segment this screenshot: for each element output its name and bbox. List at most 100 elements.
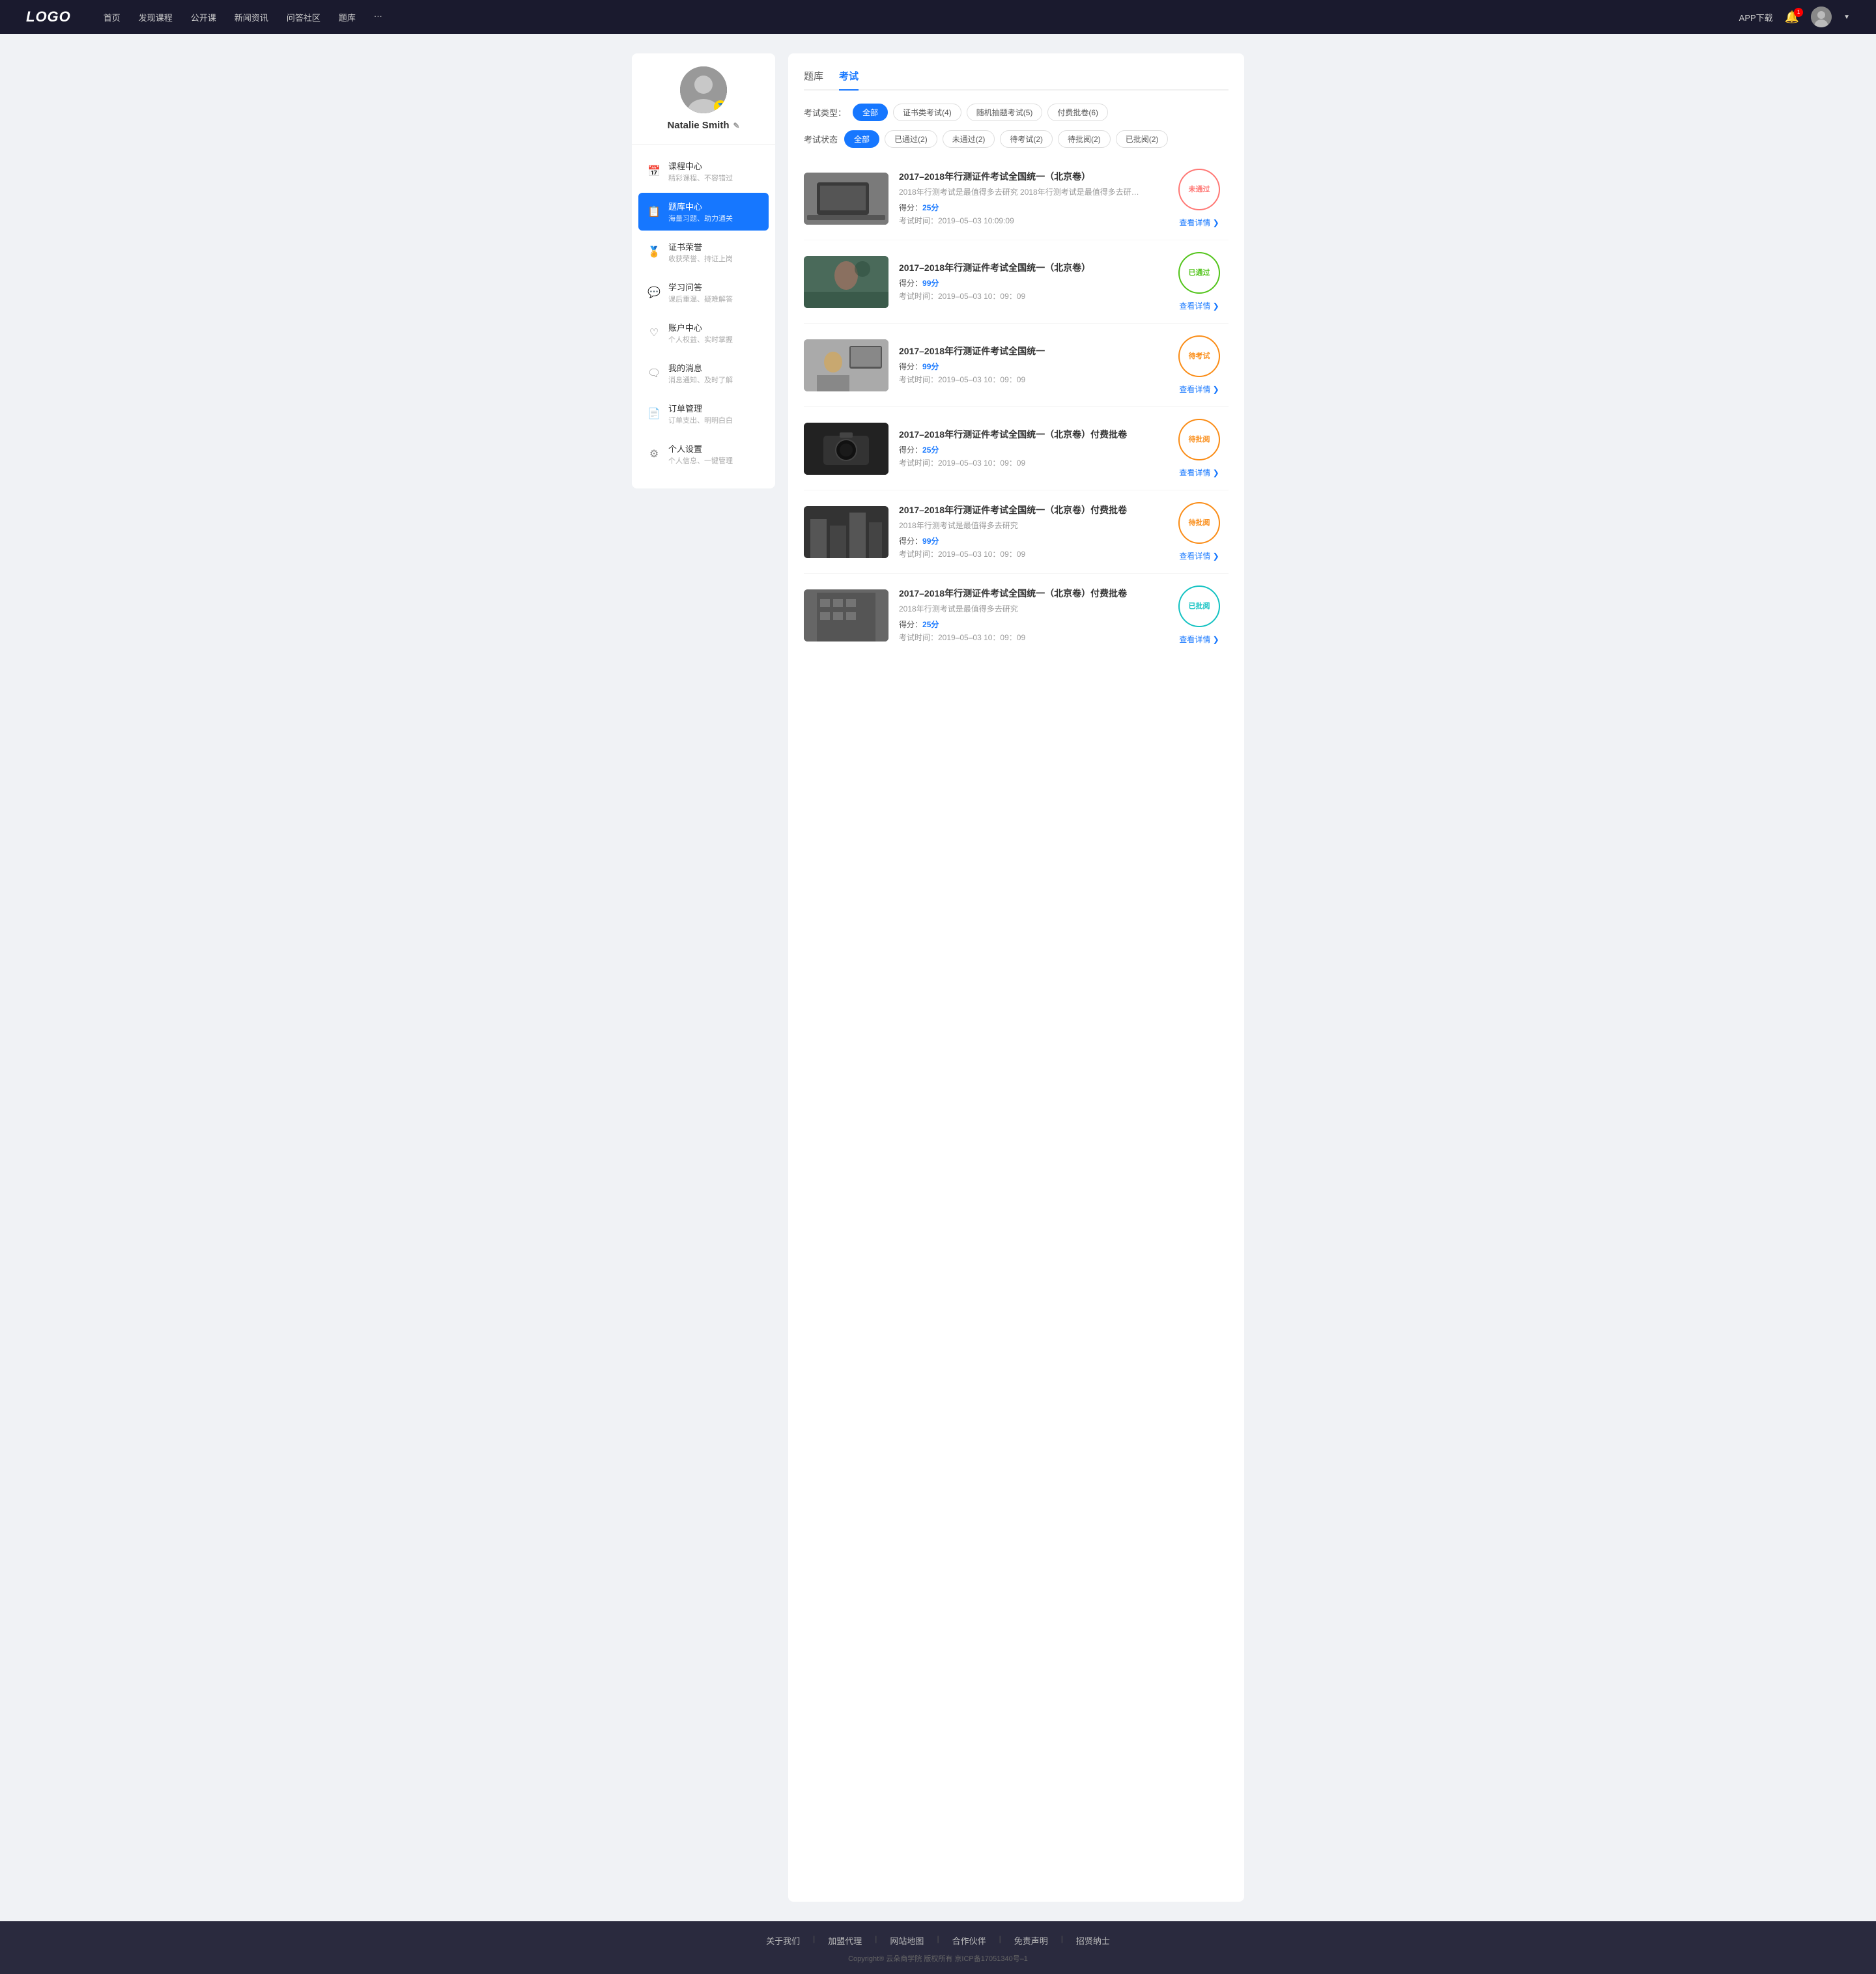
nav-link[interactable]: ··· xyxy=(374,11,382,23)
exam-time: 考试时间：2019–05–03 10：09：09 xyxy=(899,290,1159,302)
settings-label: 个人设置 xyxy=(668,442,733,455)
score-value: 25分 xyxy=(922,620,939,629)
footer-link[interactable]: 招贤纳士 xyxy=(1076,1934,1110,1947)
exam-detail-link[interactable]: 查看详情 ❯ xyxy=(1179,384,1219,395)
navbar-right: APP下载 🔔 1 ▼ xyxy=(1739,7,1850,27)
exam-thumbnail xyxy=(804,173,888,225)
exam-status-filter[interactable]: 已批阅(2) xyxy=(1116,130,1169,148)
status-badge: 待批阅 xyxy=(1178,502,1220,544)
exam-info: 2017–2018年行测证件考试全国统一（北京卷） 2018年行测考试是最值得多… xyxy=(899,171,1159,226)
exam-score: 得分：25分 xyxy=(899,444,1159,455)
table-row: 2017–2018年行测证件考试全国统一（北京卷） 得分：99分 考试时间：20… xyxy=(804,240,1229,324)
tab-exam-tab[interactable]: 考试 xyxy=(839,69,859,91)
exam-time: 考试时间：2019–05–03 10：09：09 xyxy=(899,457,1159,468)
sidebar-item-orders[interactable]: 📄 订单管理 订单支出、明明白白 xyxy=(638,395,769,432)
orders-icon: 📄 xyxy=(647,407,661,420)
exam-info: 2017–2018年行测证件考试全国统一（北京卷）付费批卷 2018年行测考试是… xyxy=(899,504,1159,559)
sidebar-item-messages[interactable]: 🗨 我的消息 消息通知、及时了解 xyxy=(638,354,769,392)
footer-link[interactable]: 网站地图 xyxy=(890,1934,924,1947)
exam-title: 2017–2018年行测证件考试全国统一（北京卷） xyxy=(899,171,1159,184)
score-value: 25分 xyxy=(922,203,939,212)
exam-detail-link[interactable]: 查看详情 ❯ xyxy=(1179,300,1219,311)
exam-status-area: 待批阅 查看详情 ❯ xyxy=(1170,502,1229,561)
exam-title: 2017–2018年行测证件考试全国统一（北京卷）付费批卷 xyxy=(899,587,1159,600)
exam-thumbnail xyxy=(804,589,888,642)
footer-separator: | xyxy=(937,1934,939,1947)
nav-link[interactable]: 新闻资讯 xyxy=(234,11,268,23)
course-center-label: 课程中心 xyxy=(668,160,733,172)
exam-detail-link[interactable]: 查看详情 ❯ xyxy=(1179,634,1219,645)
settings-sublabel: 个人信息、一键管理 xyxy=(668,455,733,466)
certificate-label: 证书荣誉 xyxy=(668,240,733,253)
status-badge: 待批阅 xyxy=(1178,419,1220,460)
nav-link[interactable]: 发现课程 xyxy=(139,11,173,23)
sidebar-item-account[interactable]: ♡ 账户中心 个人权益、实时掌握 xyxy=(638,314,769,352)
exam-status-area: 待考试 查看详情 ❯ xyxy=(1170,335,1229,395)
exam-type-filter-row: 考试类型： 全部证书类考试(4)随机抽题考试(5)付费批卷(6) xyxy=(804,104,1229,121)
exam-thumbnail xyxy=(804,256,888,308)
nav-link[interactable]: 问答社区 xyxy=(287,11,320,23)
avatar: 🏅 xyxy=(680,66,727,113)
exam-title: 2017–2018年行测证件考试全国统一 xyxy=(899,345,1159,358)
exam-detail-link[interactable]: 查看详情 ❯ xyxy=(1179,217,1219,228)
footer-link[interactable]: 关于我们 xyxy=(766,1934,800,1947)
exam-score: 得分：25分 xyxy=(899,619,1159,630)
exam-status-label: 考试状态 xyxy=(804,133,838,145)
user-avatar[interactable] xyxy=(1811,7,1832,27)
exam-description: 2018年行测考试是最值得多去研究 2018年行测考试是最值得多去研究 2018… xyxy=(899,186,1146,198)
exam-type-filter[interactable]: 全部 xyxy=(853,104,888,121)
messages-sublabel: 消息通知、及时了解 xyxy=(668,374,733,385)
certificate-sublabel: 收获荣誉、持证上岗 xyxy=(668,253,733,264)
exam-detail-link[interactable]: 查看详情 ❯ xyxy=(1179,550,1219,561)
exam-type-filter[interactable]: 证书类考试(4) xyxy=(893,104,961,121)
exam-type-filter[interactable]: 随机抽题考试(5) xyxy=(967,104,1043,121)
question-bank-sublabel: 海量习题、助力通关 xyxy=(668,213,733,223)
table-row: 2017–2018年行测证件考试全国统一（北京卷） 2018年行测考试是最值得多… xyxy=(804,157,1229,240)
edit-profile-icon[interactable]: ✎ xyxy=(733,121,739,130)
exam-status-filter[interactable]: 待批阅(2) xyxy=(1058,130,1111,148)
nav-link[interactable]: 题库 xyxy=(339,11,356,23)
username-display: Natalie Smith ✎ xyxy=(667,120,739,131)
status-badge: 待考试 xyxy=(1178,335,1220,377)
main-content: 题库考试 考试类型： 全部证书类考试(4)随机抽题考试(5)付费批卷(6) 考试… xyxy=(788,53,1244,1902)
exam-status-filters: 全部已通过(2) 未通过(2) 待考试(2) 待批阅(2) 已批阅(2) xyxy=(844,130,1168,148)
footer-separator: | xyxy=(1061,1934,1063,1947)
exam-type-filter[interactable]: 付费批卷(6) xyxy=(1047,104,1108,121)
exam-info: 2017–2018年行测证件考试全国统一（北京卷） 得分：99分 考试时间：20… xyxy=(899,262,1159,302)
exam-status-filter[interactable]: 全部 xyxy=(844,130,879,148)
score-value: 25分 xyxy=(922,445,939,455)
sidebar-item-course-center[interactable]: 📅 课程中心 精彩课程、不容错过 xyxy=(638,152,769,190)
course-center-icon: 📅 xyxy=(647,165,661,178)
exam-thumbnail xyxy=(804,339,888,391)
user-menu-chevron[interactable]: ▼ xyxy=(1843,14,1850,21)
account-icon: ♡ xyxy=(647,326,661,339)
qa-icon: 💬 xyxy=(647,286,661,299)
sidebar-item-qa[interactable]: 💬 学习问答 课后重温、疑难解答 xyxy=(638,274,769,311)
certificate-icon: 🏅 xyxy=(647,246,661,259)
avatar-badge: 🏅 xyxy=(714,100,727,113)
table-row: 2017–2018年行测证件考试全国统一（北京卷）付费批卷 2018年行测考试是… xyxy=(804,490,1229,574)
sidebar-item-certificate[interactable]: 🏅 证书荣誉 收获荣誉、持证上岗 xyxy=(638,233,769,271)
sidebar-item-settings[interactable]: ⚙ 个人设置 个人信息、一键管理 xyxy=(638,435,769,473)
footer-separator: | xyxy=(999,1934,1001,1947)
exam-detail-link[interactable]: 查看详情 ❯ xyxy=(1179,467,1219,478)
footer-separator: | xyxy=(813,1934,815,1947)
exam-status-filter[interactable]: 待考试(2) xyxy=(1000,130,1053,148)
exam-status-filter[interactable]: 未通过(2) xyxy=(943,130,995,148)
exam-info: 2017–2018年行测证件考试全国统一（北京卷）付费批卷 2018年行测考试是… xyxy=(899,587,1159,643)
nav-link[interactable]: 首页 xyxy=(104,11,121,23)
exam-status-area: 未通过 查看详情 ❯ xyxy=(1170,169,1229,228)
tab-question-bank-tab[interactable]: 题库 xyxy=(804,69,823,91)
exam-time: 考试时间：2019–05–03 10：09：09 xyxy=(899,632,1159,643)
nav-link[interactable]: 公开课 xyxy=(191,11,216,23)
app-download-link[interactable]: APP下载 xyxy=(1739,11,1773,23)
footer-link[interactable]: 加盟代理 xyxy=(828,1934,862,1947)
notification-bell[interactable]: 🔔 1 xyxy=(1785,10,1799,24)
exam-status-filter[interactable]: 已通过(2) xyxy=(885,130,937,148)
exam-time: 考试时间：2019–05–03 10:09:09 xyxy=(899,215,1159,226)
status-badge: 已批阅 xyxy=(1178,585,1220,627)
exam-status-filter-row: 考试状态 全部已通过(2) 未通过(2) 待考试(2) 待批阅(2) 已批阅(2) xyxy=(804,130,1229,148)
sidebar-item-question-bank[interactable]: 📋 题库中心 海量习题、助力通关 xyxy=(638,193,769,231)
footer-link[interactable]: 合作伙伴 xyxy=(952,1934,986,1947)
footer-link[interactable]: 免责声明 xyxy=(1014,1934,1048,1947)
